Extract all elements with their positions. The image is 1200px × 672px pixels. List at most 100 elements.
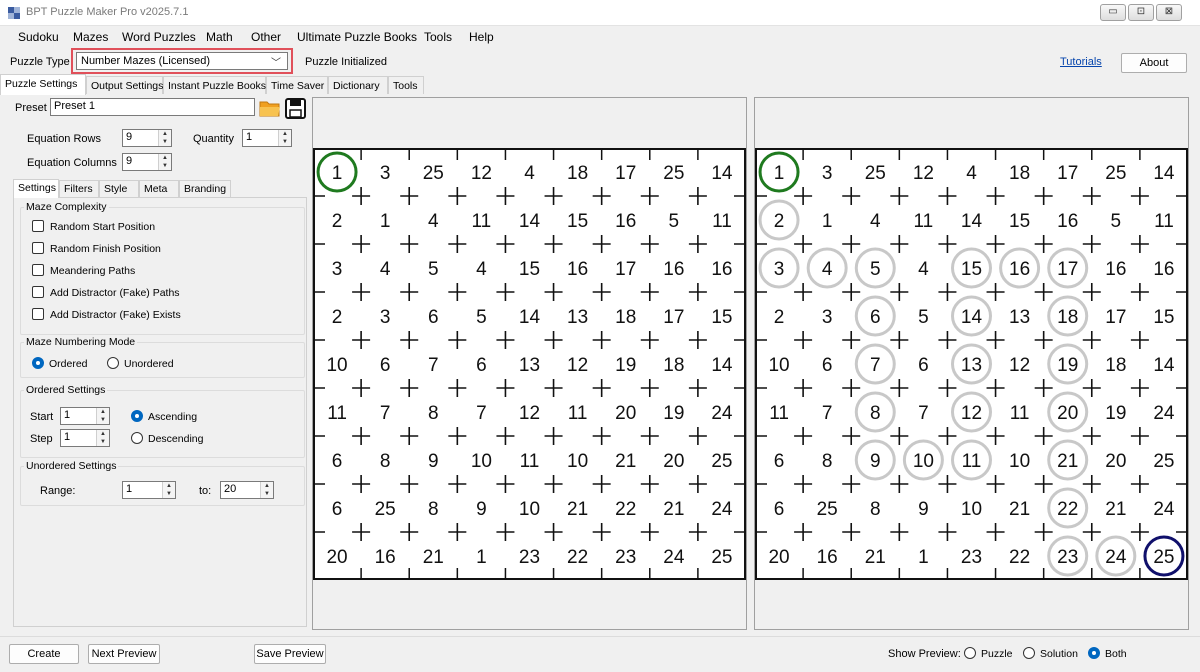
- maze-cell-number: 15: [519, 259, 540, 280]
- stepper-arrows-icon[interactable]: ▲ ▼: [158, 130, 171, 146]
- close-button[interactable]: ⊠: [1156, 4, 1182, 21]
- distractor-paths-checkbox[interactable]: Add Distractor (Fake) Paths: [32, 286, 180, 299]
- equation-columns-stepper[interactable]: 9 ▲ ▼: [122, 153, 172, 171]
- checkbox-icon: [32, 242, 44, 254]
- stepper-arrows-icon[interactable]: ▲ ▼: [162, 482, 175, 498]
- range-from-stepper[interactable]: 1 ▲ ▼: [122, 481, 176, 499]
- maze-cell-number: 23: [615, 547, 636, 568]
- maze-cell-number: 13: [519, 355, 540, 376]
- bottom-divider: [0, 636, 1200, 637]
- maze-cell-number: 14: [1153, 355, 1175, 376]
- tab-tools[interactable]: Tools: [388, 76, 424, 94]
- stepper-arrows-icon[interactable]: ▲ ▼: [158, 154, 171, 170]
- maze-cell-number: 11: [1154, 211, 1174, 232]
- next-preview-button[interactable]: Next Preview: [88, 644, 160, 664]
- maze-cell-number: 11: [914, 211, 934, 232]
- maze-cell-number: 13: [1009, 307, 1030, 328]
- solution-maze: 1 3 25 12 4 18 17 25 142 1 4 11 14 15 16 5 113 4 5 4 15 16 17 1…: [755, 148, 1188, 580]
- maze-cell-number: 21: [663, 499, 684, 520]
- maze-cell-number: 22: [1009, 547, 1030, 568]
- maze-cell-number: 22: [1057, 499, 1078, 520]
- maze-cell-number: 12: [913, 163, 934, 184]
- menu-sudoku[interactable]: Sudoku: [18, 30, 59, 44]
- subtab-branding[interactable]: Branding: [179, 180, 231, 197]
- distractor-exists-checkbox[interactable]: Add Distractor (Fake) Exists: [32, 308, 181, 321]
- tab-puzzle-settings[interactable]: Puzzle Settings: [0, 74, 86, 95]
- descending-label: Descending: [148, 433, 204, 445]
- subtab-style[interactable]: Style: [99, 180, 139, 197]
- folder-open-icon[interactable]: [259, 98, 281, 118]
- start-stepper[interactable]: 1 ▲ ▼: [60, 407, 110, 425]
- menu-tools[interactable]: Tools: [424, 30, 452, 44]
- menu-help[interactable]: Help: [469, 30, 494, 44]
- maze-cell-number: 9: [870, 451, 881, 472]
- menu-ultimate-puzzle-books[interactable]: Ultimate Puzzle Books: [297, 30, 417, 44]
- solution-preview-header: [755, 98, 1188, 149]
- maze-cell-number: 4: [870, 211, 881, 232]
- maze-cell-number: 11: [568, 403, 588, 424]
- stepper-arrows-icon[interactable]: ▲ ▼: [96, 408, 109, 424]
- show-solution-radio[interactable]: Solution: [1023, 647, 1078, 660]
- maze-cell-number: 16: [1153, 259, 1174, 280]
- maze-cell-number: 18: [1105, 355, 1126, 376]
- maze-cell-number: 11: [472, 211, 492, 232]
- maximize-button[interactable]: ⊡: [1128, 4, 1154, 21]
- show-both-radio[interactable]: Both: [1088, 647, 1127, 660]
- quantity-label: Quantity: [193, 133, 234, 145]
- stepper-arrows-icon[interactable]: ▲ ▼: [278, 130, 291, 146]
- maze-cell-number: 10: [768, 355, 789, 376]
- preset-input[interactable]: Preset 1: [50, 98, 255, 116]
- descending-radio[interactable]: Descending: [131, 432, 203, 445]
- menu-word-puzzles[interactable]: Word Puzzles: [122, 30, 196, 44]
- maze-complexity-title: Maze Complexity: [24, 201, 109, 213]
- stepper-arrows-icon[interactable]: ▲ ▼: [260, 482, 273, 498]
- maze-cell-number: 25: [663, 163, 684, 184]
- maze-cell-number: 20: [1057, 403, 1078, 424]
- ascending-radio[interactable]: Ascending: [131, 410, 197, 423]
- menu-mazes[interactable]: Mazes: [73, 30, 108, 44]
- range-to-stepper[interactable]: 20 ▲ ▼: [220, 481, 274, 499]
- unordered-radio[interactable]: Unordered: [107, 357, 174, 370]
- show-puzzle-radio[interactable]: Puzzle: [964, 647, 1013, 660]
- minimize-button[interactable]: ▭: [1100, 4, 1126, 21]
- save-preview-button[interactable]: Save Preview: [254, 644, 326, 664]
- puzzle-type-select[interactable]: Number Mazes (Licensed) ﹀: [76, 52, 288, 70]
- maze-cell-number: 20: [768, 547, 789, 568]
- maze-cell-number: 5: [428, 259, 439, 280]
- maze-cell-number: 1: [774, 163, 785, 184]
- checkbox-icon: [32, 220, 44, 232]
- quantity-stepper[interactable]: 1 ▲ ▼: [242, 129, 292, 147]
- maze-cell-number: 25: [711, 451, 732, 472]
- maze-cell-number: 9: [428, 451, 439, 472]
- equation-rows-stepper[interactable]: 9 ▲ ▼: [122, 129, 172, 147]
- tutorials-link[interactable]: Tutorials: [1060, 56, 1102, 68]
- maze-cell-number: 18: [1009, 163, 1030, 184]
- maze-cell-number: 7: [870, 355, 881, 376]
- menu-other[interactable]: Other: [251, 30, 281, 44]
- tab-dictionary[interactable]: Dictionary: [328, 76, 388, 94]
- stepper-arrows-icon[interactable]: ▲ ▼: [96, 430, 109, 446]
- random-start-checkbox[interactable]: Random Start Position: [32, 220, 155, 233]
- tab-output-settings[interactable]: Output Settings: [86, 76, 163, 94]
- unordered-label: Unordered: [124, 358, 174, 370]
- about-button[interactable]: About: [1121, 53, 1187, 73]
- meandering-paths-checkbox[interactable]: Meandering Paths: [32, 264, 135, 277]
- step-stepper[interactable]: 1 ▲ ▼: [60, 429, 110, 447]
- random-finish-checkbox[interactable]: Random Finish Position: [32, 242, 161, 255]
- maze-cell-number: 10: [519, 499, 540, 520]
- save-icon[interactable]: [285, 98, 306, 119]
- menu-math[interactable]: Math: [206, 30, 233, 44]
- maze-cell-number: 20: [326, 547, 347, 568]
- create-button[interactable]: Create: [9, 644, 79, 664]
- start-label: Start: [30, 411, 54, 423]
- tab-instant-puzzle-books[interactable]: Instant Puzzle Books: [163, 76, 266, 94]
- tab-time-saver[interactable]: Time Saver: [266, 76, 328, 94]
- puzzle-type-value: Number Mazes (Licensed): [81, 55, 210, 67]
- ordered-radio[interactable]: Ordered: [32, 357, 88, 370]
- maze-cell-number: 21: [1009, 499, 1030, 520]
- subtab-settings[interactable]: Settings: [13, 179, 59, 198]
- subtab-filters[interactable]: Filters: [59, 180, 99, 197]
- chevron-down-icon: ﹀: [271, 58, 281, 69]
- maze-cell-number: 7: [476, 403, 487, 424]
- subtab-meta[interactable]: Meta: [139, 180, 179, 197]
